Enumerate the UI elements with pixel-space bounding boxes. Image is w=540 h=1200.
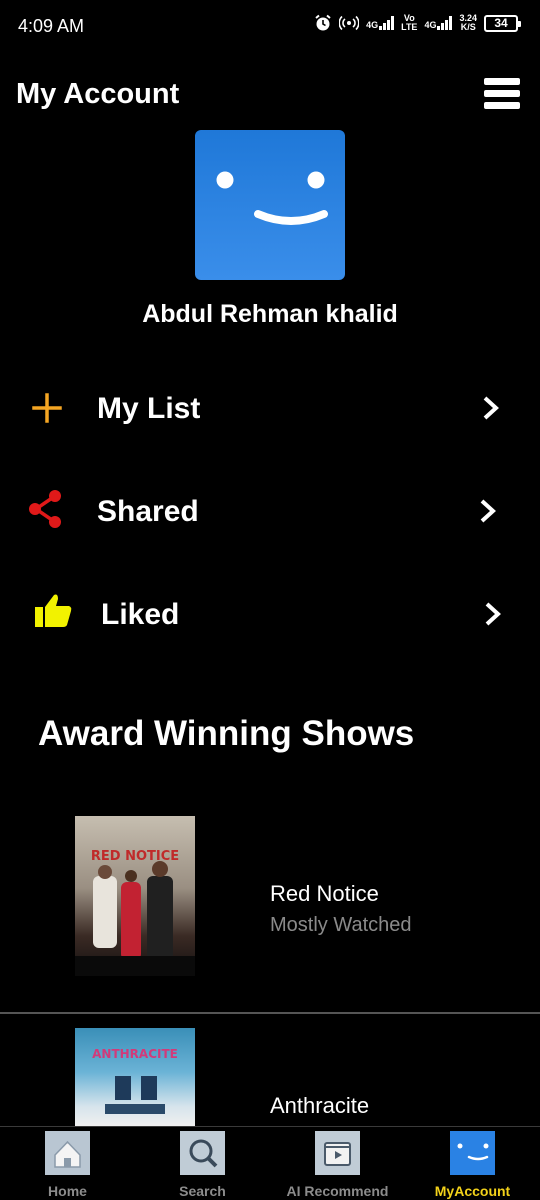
nav-label: AI Recommend	[286, 1183, 389, 1199]
chevron-right-icon	[483, 396, 499, 420]
nav-item-search[interactable]: Search	[135, 1127, 270, 1200]
poster-art: RED NOTICE	[75, 849, 195, 976]
poster-anthracite: ANTHRACITE	[75, 1028, 195, 1126]
search-icon	[180, 1131, 225, 1175]
thumbs-up-icon	[35, 594, 72, 627]
plus-icon	[32, 393, 62, 423]
divider	[0, 1012, 540, 1014]
show-item-anthracite[interactable]: ANTHRACITE Anthracite	[0, 1028, 540, 1126]
menu-item-label: Liked	[101, 598, 180, 631]
bottom-nav: Home Search AI Recommend MyAccount	[0, 1126, 540, 1200]
status-icons: 4G Vo LTE 4G 3.24 K/S 34	[314, 13, 521, 32]
chevron-right-icon	[485, 602, 501, 626]
nav-item-home[interactable]: Home	[0, 1127, 135, 1200]
menu-item-shared[interactable]: Shared	[0, 475, 540, 545]
smile-face-icon	[216, 171, 328, 225]
show-title: Anthracite	[270, 1093, 370, 1118]
status-bar: 4:09 AM 4G Vo LTE 4G 3.24 K/S 34	[0, 0, 540, 56]
page-title: My Account	[16, 78, 180, 110]
poster-title-text: RED NOTICE	[91, 849, 179, 864]
volte-indicator: Vo LTE	[401, 13, 418, 32]
menu-item-liked[interactable]: Liked	[0, 578, 540, 648]
signal-icon-2: 4G	[424, 16, 453, 30]
signal-icon: 4G	[366, 16, 395, 30]
avatar	[195, 130, 345, 280]
show-title: Red Notice	[270, 881, 379, 906]
menu-item-label: My List	[97, 392, 201, 425]
status-time: 4:09 AM	[18, 16, 85, 36]
poster-red-notice: RED NOTICE	[75, 816, 195, 976]
nav-label: Home	[48, 1183, 87, 1199]
show-subtitle: Mostly Watched	[270, 914, 412, 936]
poster-title-text: ANTHRACITE	[92, 1047, 178, 1061]
share-icon	[29, 490, 61, 528]
hamburger-menu-icon[interactable]	[484, 78, 520, 110]
nav-item-ai-recommend[interactable]: AI Recommend	[270, 1127, 405, 1200]
section-title: Award Winning Shows	[38, 714, 415, 753]
show-item-red-notice[interactable]: RED NOTICE Red Notice Mostly Watched	[0, 816, 540, 1012]
home-icon	[45, 1131, 90, 1175]
account-smile-icon	[450, 1131, 495, 1175]
alarm-icon	[315, 14, 331, 31]
battery-icon: 34	[484, 14, 521, 32]
nav-item-myaccount[interactable]: MyAccount	[405, 1127, 540, 1200]
user-name: Abdul Rehman khalid	[142, 300, 398, 328]
poster-art: ANTHRACITE	[92, 1047, 178, 1114]
menu-item-label: Shared	[97, 495, 199, 528]
nav-label: MyAccount	[434, 1183, 511, 1199]
chevron-right-icon	[480, 499, 496, 523]
nav-label: Search	[179, 1183, 226, 1199]
hotspot-icon	[339, 15, 360, 31]
network-speed: 3.24 K/S	[459, 13, 477, 32]
ai-recommend-icon	[315, 1131, 360, 1175]
menu-item-my-list[interactable]: My List	[0, 372, 540, 442]
